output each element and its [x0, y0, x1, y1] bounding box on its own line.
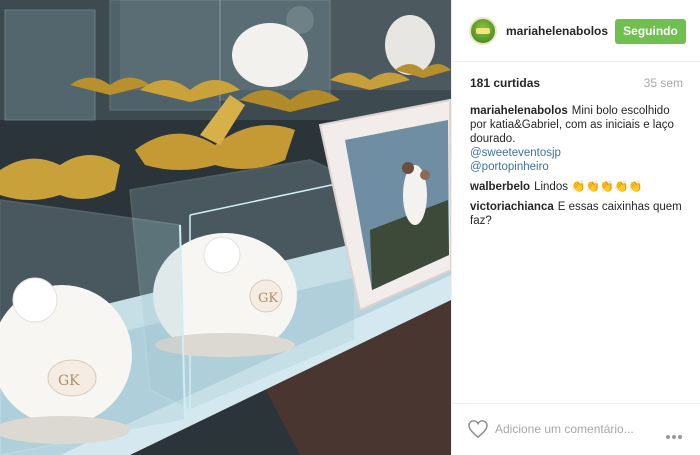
caption: mariahelenabolos Mini bolo escolhido por … [470, 104, 685, 174]
comment-username[interactable]: walberbelo [470, 181, 530, 193]
list-item: victoriachianca E essas caixinhas quem fa… [470, 200, 685, 228]
header-username[interactable]: mariahelenabolos [506, 24, 608, 38]
comment-username[interactable]: victoriachianca [470, 201, 554, 213]
instagram-post-view: GK GK mariahelenabolos Seguindo 181 curt… [0, 0, 700, 455]
post-time-ago[interactable]: 35 sem [644, 76, 683, 90]
more-options-icon[interactable] [666, 426, 684, 439]
heart-icon[interactable] [468, 420, 488, 438]
post-photo[interactable]: GK GK [0, 0, 451, 455]
avatar[interactable] [469, 17, 497, 45]
post-side-panel: mariahelenabolos Seguindo 181 curtidas 3… [451, 0, 700, 455]
comment-text: Lindos 👏👏👏👏👏 [534, 181, 643, 193]
post-header: mariahelenabolos Seguindo [452, 0, 700, 62]
mention-link[interactable]: @sweeteventosjp [470, 146, 685, 160]
cake-display-illustration: GK GK [0, 0, 451, 455]
cake-monogram-front: GK [58, 373, 80, 389]
comments-list: mariahelenabolos Mini bolo escolhido por … [470, 104, 685, 234]
post-footer [452, 403, 700, 455]
cake-monogram-middle: GK [258, 291, 278, 306]
mention-link[interactable]: @portopinheiro [470, 160, 685, 174]
likes-count[interactable]: 181 curtidas [470, 76, 540, 90]
list-item: walberbelo Lindos 👏👏👏👏👏 [470, 180, 685, 194]
following-button[interactable]: Seguindo [615, 19, 686, 44]
caption-username[interactable]: mariahelenabolos [470, 105, 568, 117]
comment-input[interactable] [495, 418, 645, 440]
